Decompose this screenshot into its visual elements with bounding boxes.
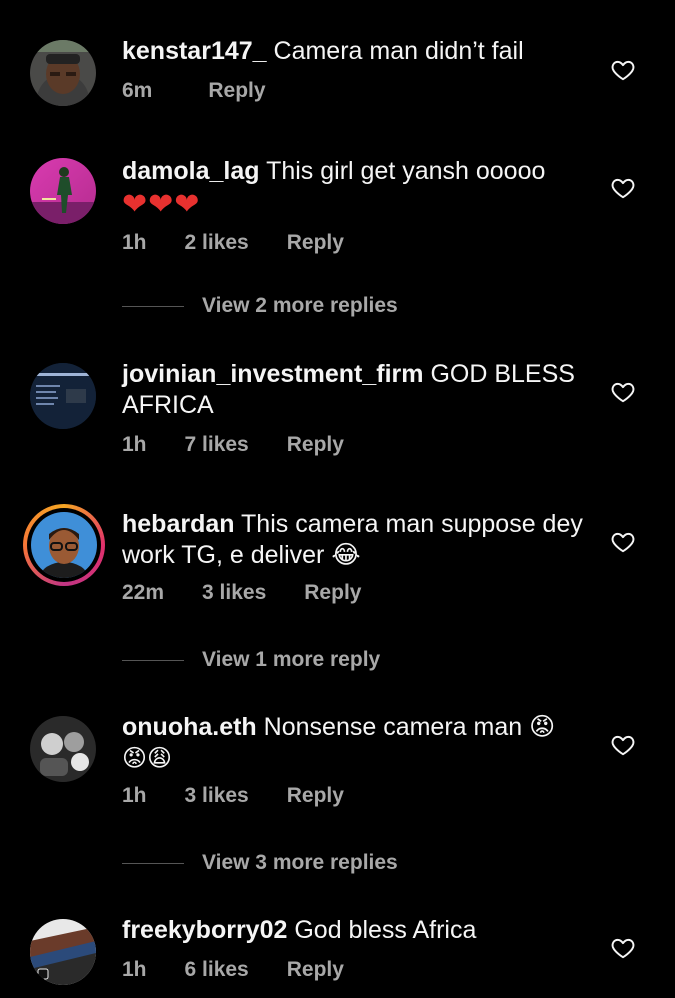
reply-button[interactable]: Reply [287, 784, 344, 808]
heart-outline-icon[interactable] [610, 935, 636, 961]
likes-count[interactable]: 7 likes [185, 433, 249, 457]
comment-time: 22m [122, 581, 165, 604]
emoji-hearts: ❤❤❤ [122, 188, 201, 221]
heart-outline-icon[interactable] [610, 529, 636, 555]
avatar[interactable] [30, 40, 96, 106]
heart-outline-icon[interactable] [610, 379, 636, 405]
view-more-replies[interactable]: View 3 more replies [122, 851, 398, 875]
comment-time: 6m [122, 79, 153, 102]
divider-line [122, 305, 184, 307]
comment-text: This girl get yansh ooooo [266, 157, 546, 185]
reply-button[interactable]: Reply [208, 79, 265, 103]
reply-button[interactable]: Reply [287, 433, 344, 457]
comment-text: Nonsense camera man 😡 [263, 713, 556, 741]
heart-outline-icon[interactable] [610, 732, 636, 758]
avatar[interactable] [30, 919, 96, 985]
likes-count[interactable]: 2 likes [185, 231, 249, 255]
avatar[interactable] [30, 363, 96, 429]
avatar-story-ring[interactable] [23, 504, 105, 586]
reply-button[interactable]: Reply [304, 581, 361, 605]
username[interactable]: freekyborry02 [122, 916, 287, 944]
likes-count[interactable]: 3 likes [202, 581, 266, 605]
username[interactable]: kenstar147_ [122, 37, 267, 65]
username[interactable]: jovinian_investment_firm [122, 360, 423, 388]
username[interactable]: hebardan [122, 510, 235, 538]
reply-button[interactable]: Reply [287, 231, 344, 255]
avatar[interactable] [30, 716, 96, 782]
divider-line [122, 862, 184, 864]
reply-button[interactable]: Reply [287, 958, 344, 982]
divider-line [122, 659, 184, 661]
comment-text: Camera man didn’t fail [273, 37, 524, 65]
view-more-label[interactable]: View 1 more reply [202, 648, 380, 672]
heart-outline-icon[interactable] [610, 175, 636, 201]
comment-time: 1h [122, 958, 147, 981]
avatar-ring-inner [27, 508, 101, 582]
comment-time: 1h [122, 433, 147, 456]
comment-time: 1h [122, 231, 147, 254]
view-more-replies[interactable]: View 2 more replies [122, 294, 398, 318]
username[interactable]: damola_lag [122, 157, 260, 185]
heart-outline-icon[interactable] [610, 57, 636, 83]
avatar [31, 512, 97, 578]
likes-count[interactable]: 6 likes [185, 958, 249, 982]
view-more-label[interactable]: View 3 more replies [202, 851, 398, 875]
username[interactable]: onuoha.eth [122, 713, 257, 741]
emoji-line: 😡😩 [122, 745, 173, 772]
view-more-replies[interactable]: View 1 more reply [122, 648, 380, 672]
comment-time: 1h [122, 784, 147, 807]
avatar[interactable] [30, 158, 96, 224]
likes-count[interactable]: 3 likes [185, 784, 249, 808]
view-more-label[interactable]: View 2 more replies [202, 294, 398, 318]
comment-text: God bless Africa [294, 916, 477, 944]
